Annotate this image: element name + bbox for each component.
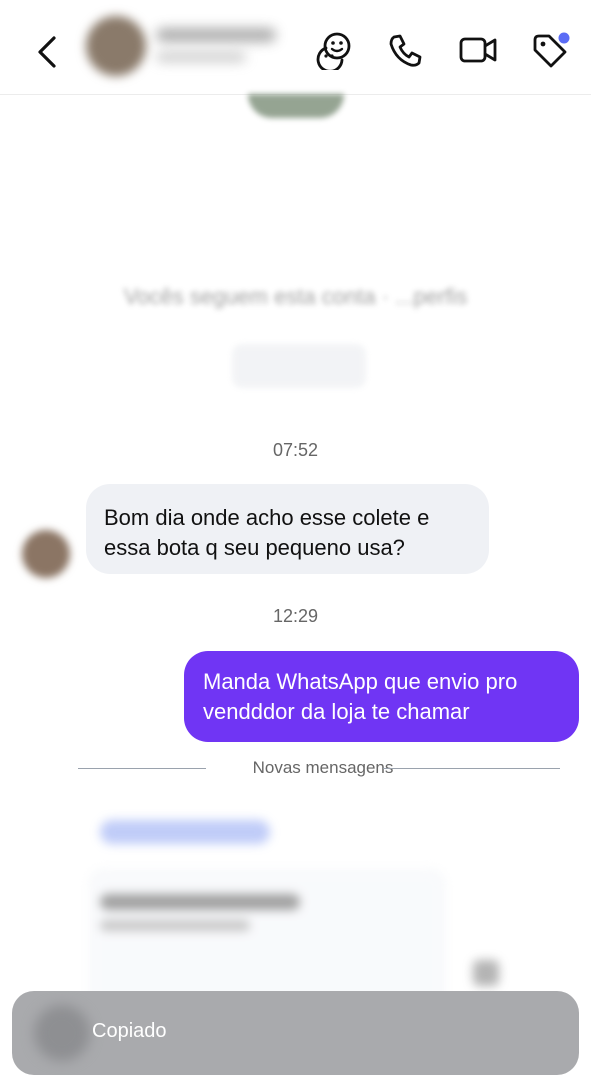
phone-icon[interactable] [386, 30, 426, 70]
copied-toast: Copiado [12, 991, 579, 1075]
shared-tag-blurred [100, 820, 270, 844]
contact-avatar[interactable] [86, 16, 146, 76]
contact-status-blurred [156, 52, 246, 62]
incoming-message[interactable]: Bom dia onde acho esse colete e essa bot… [86, 484, 489, 574]
profile-photo-blurred [248, 94, 344, 118]
sticker-icon[interactable] [314, 30, 354, 73]
timestamp: 07:52 [272, 440, 319, 460]
shared-post-blurred[interactable] [78, 800, 518, 1022]
contact-name-blurred[interactable] [156, 28, 276, 42]
chevron-left-icon[interactable] [30, 32, 66, 72]
divider-line [383, 768, 560, 769]
outgoing-message[interactable]: Manda WhatsApp que envio pro vendddor da… [184, 651, 579, 742]
chat-header [0, 0, 591, 95]
timestamp: 12:29 [272, 606, 319, 626]
tag-icon[interactable] [530, 30, 570, 70]
profile-mutual-line: Vocês seguem esta conta · ...perfis [123, 284, 468, 309]
sender-avatar[interactable] [22, 530, 70, 578]
shared-title-blurred [100, 894, 300, 910]
view-profile-button[interactable] [232, 344, 366, 388]
toast-message: Copiado [92, 1020, 167, 1042]
profile-card-blurred: Vocês seguem esta conta · ...perfis [0, 94, 591, 414]
share-icon[interactable] [473, 960, 499, 986]
shared-subtitle-blurred [100, 920, 250, 931]
toast-avatar [34, 1005, 90, 1061]
video-icon[interactable] [458, 30, 498, 70]
